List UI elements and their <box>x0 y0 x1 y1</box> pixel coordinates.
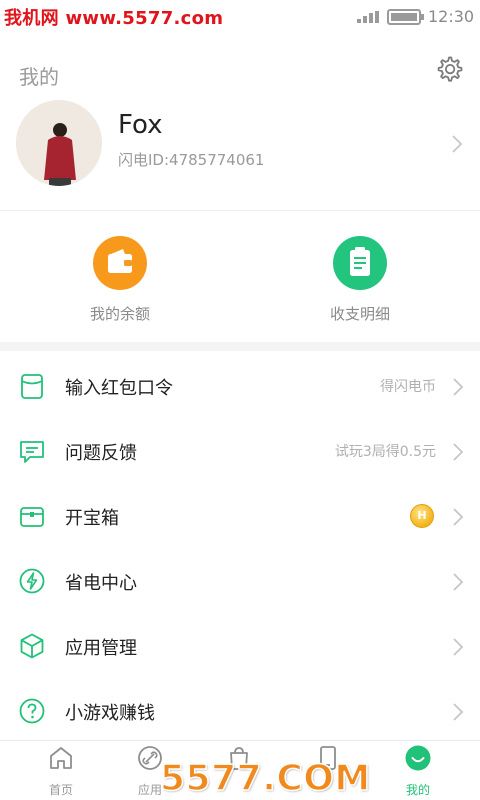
menu-label: 开宝箱 <box>65 508 119 529</box>
username: Fox <box>118 110 163 140</box>
question-icon <box>18 697 46 725</box>
chevron-right-icon <box>452 507 464 527</box>
menu-label: 应用管理 <box>65 638 137 659</box>
chevron-right-icon <box>452 702 464 722</box>
envelope-icon <box>18 372 46 400</box>
chevron-right-icon <box>452 572 464 592</box>
cube-icon <box>18 632 46 660</box>
chevron-right-icon <box>451 134 463 154</box>
signal-icon <box>357 11 379 23</box>
tab-label: 首页 <box>48 783 73 797</box>
battery-icon <box>387 9 424 25</box>
page-title: 我的 <box>19 65 59 89</box>
section-divider <box>0 342 480 351</box>
menu-label: 问题反馈 <box>65 443 137 464</box>
profile-card[interactable]: Fox 闪电ID:4785774061 <box>0 96 480 210</box>
balance-label: 我的余额 <box>89 305 150 323</box>
watermark-top: 我机网 www.5577.com <box>4 8 224 29</box>
chevron-right-icon <box>452 377 464 397</box>
wallet-icon <box>93 236 147 290</box>
avatar[interactable] <box>16 100 102 186</box>
menu-label: 输入红包口令 <box>65 378 173 399</box>
menu-hint: 得闪电币 <box>380 379 436 395</box>
menu-item-red-packet-code[interactable]: 输入红包口令 得闪电币 <box>0 355 480 420</box>
chest-icon <box>18 502 46 530</box>
gear-icon[interactable] <box>435 55 463 83</box>
smile-icon <box>405 745 431 771</box>
tab-mine[interactable]: 我的 <box>374 741 462 800</box>
home-icon <box>48 745 74 771</box>
chevron-right-icon <box>452 442 464 462</box>
user-id: 闪电ID:4785774061 <box>118 151 265 169</box>
coin-badge: H <box>410 504 434 528</box>
menu-item-power-saving[interactable]: 省电中心 <box>0 550 480 615</box>
menu-label: 小游戏赚钱 <box>65 703 155 724</box>
watermark-bottom: 5577.COM <box>159 757 371 800</box>
tab-label: 我的 <box>405 783 430 797</box>
menu-item-feedback[interactable]: 问题反馈 试玩3局得0.5元 <box>0 420 480 485</box>
transactions-button[interactable]: 收支明细 <box>240 212 480 342</box>
status-time: 12:30 <box>428 7 475 26</box>
menu-label: 省电中心 <box>65 573 137 594</box>
status-bar: 我机网 www.5577.com 12:30 <box>0 0 480 34</box>
menu-hint: 试玩3局得0.5元 <box>334 444 436 460</box>
lightning-icon <box>18 567 46 595</box>
transactions-label: 收支明细 <box>329 305 390 323</box>
chevron-right-icon <box>452 637 464 657</box>
message-icon <box>18 437 46 465</box>
clipboard-icon <box>333 236 387 290</box>
menu-item-mini-games[interactable]: 小游戏赚钱 <box>0 680 480 745</box>
divider <box>0 210 480 211</box>
balance-button[interactable]: 我的余额 <box>0 212 240 342</box>
tab-home[interactable]: 首页 <box>17 741 105 800</box>
menu-item-app-management[interactable]: 应用管理 <box>0 615 480 680</box>
menu-item-treasure-chest[interactable]: 开宝箱 H <box>0 485 480 550</box>
